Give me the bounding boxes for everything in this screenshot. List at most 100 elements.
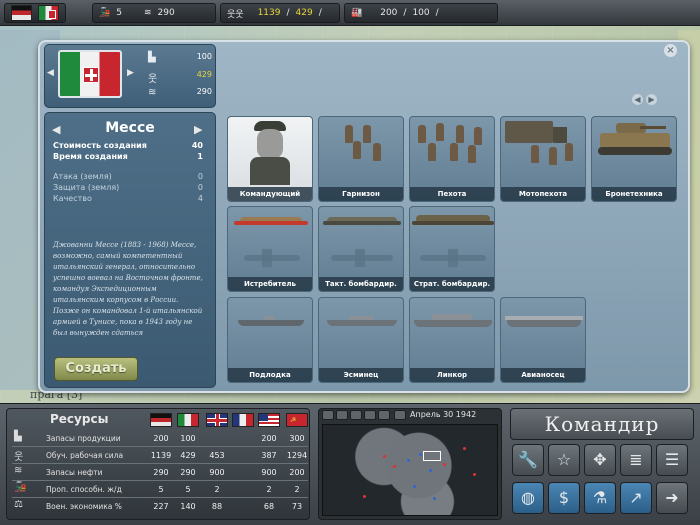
italy-flag-icon[interactable] [38, 5, 59, 21]
france-flag-icon[interactable] [232, 413, 254, 427]
train-icon: 🚂 [99, 8, 111, 18]
minimap[interactable] [322, 424, 498, 516]
page-left-icon[interactable]: ◀ [632, 94, 643, 105]
oil-value: 290 [157, 8, 175, 18]
nation-flags [4, 3, 66, 23]
attack-label: Атака (земля) [53, 172, 112, 181]
database-icon[interactable]: ≣ [620, 444, 652, 476]
unit-card-strategic-bomber[interactable]: Страт. бомбардир. [409, 206, 495, 292]
unit-card-infantry[interactable]: Пехота [409, 116, 495, 202]
italy-flag-icon [58, 50, 122, 98]
oil-barrel-icon: ≋ [148, 87, 157, 98]
star-icon[interactable]: ☆ [548, 444, 580, 476]
separator: / [435, 8, 439, 18]
production-segment: 🏭 200 / 100 / [344, 3, 498, 23]
unit-card-submarine[interactable]: Подлодка [227, 297, 313, 383]
unit-label: Мотопехота [501, 187, 585, 201]
unit-label: Линкор [410, 368, 494, 382]
factory-icon: ▙ [14, 431, 22, 442]
unit-label: Такт. бомбардир. [319, 277, 403, 291]
end-turn-arrow-icon[interactable]: ➜ [656, 482, 688, 514]
minimap-filter-button[interactable] [322, 410, 334, 420]
resource-cell: 200 [289, 468, 305, 477]
page-right-icon[interactable]: ▶ [646, 94, 657, 105]
resource-row-label: Запасы нефти [46, 468, 103, 477]
time-label: Время создания [53, 152, 128, 161]
resource-cell: 453 [209, 451, 225, 460]
move-arrows-icon[interactable]: ✥ [584, 444, 616, 476]
unit-card-battleship[interactable]: Линкор [409, 297, 495, 383]
resource-cell: 2 [294, 485, 300, 494]
soldiers-icon: 웃웃 [227, 9, 244, 20]
minimap-filter-button[interactable] [378, 410, 390, 420]
unit-card-commander[interactable]: Командующий [227, 116, 313, 202]
minimap-filter-button[interactable] [394, 410, 406, 420]
nation-production-value: 100 [196, 52, 212, 61]
resource-cell: 290 [180, 468, 196, 477]
italy-flag-icon[interactable] [177, 413, 199, 427]
oil-barrel-icon: ≋ [14, 465, 23, 476]
uk-flag-icon[interactable] [206, 413, 228, 427]
manpower-value: 1139 [257, 8, 281, 18]
resource-row-label: Проп. способн. ж/д [46, 485, 122, 494]
minimap-filter-button[interactable] [350, 410, 362, 420]
ussr-flag-icon[interactable]: ☭ [286, 413, 308, 427]
resource-cell: 73 [291, 502, 303, 511]
unit-card-fighter[interactable]: Истребитель [227, 206, 313, 292]
resource-row-label: Обуч. рабочая сила [46, 451, 124, 460]
create-button[interactable]: Создать [54, 357, 138, 381]
unit-label: Эсминец [319, 368, 403, 382]
resource-cell: 200 [153, 434, 169, 443]
resource-cell: 100 [180, 434, 196, 443]
unit-card-tactical-bomber[interactable]: Такт. бомбардир. [318, 206, 404, 292]
unit-card-garrison[interactable]: Гарнизон [318, 116, 404, 202]
close-icon[interactable]: × [664, 44, 677, 57]
globe-icon[interactable]: ◍ [512, 482, 544, 514]
unit-card-motorized[interactable]: Мотопехота [500, 116, 586, 202]
resource-row-label: Запасы продукции [46, 434, 121, 443]
unit-card-destroyer[interactable]: Эсминец [318, 297, 404, 383]
resource-row-label: Воен. экономика % [46, 502, 122, 511]
minimap-filter-button[interactable] [364, 410, 376, 420]
wrench-icon[interactable]: 🔧 [512, 444, 544, 476]
separator: / [318, 8, 322, 18]
nation-manpower: 웃 429 [148, 70, 212, 85]
production-secondary-value: 100 [412, 8, 430, 18]
dollar-icon[interactable]: $ [548, 482, 580, 514]
germany-flag-icon[interactable] [150, 413, 172, 427]
manpower-segment: 웃웃 1139 / 429 / [220, 3, 340, 23]
resource-cell: 5 [185, 485, 191, 494]
nation-manpower-value: 429 [196, 70, 212, 79]
usa-flag-icon[interactable] [258, 413, 280, 427]
resource-cell: 68 [263, 502, 275, 511]
rail-oil-segment: 🚂 5 ≋ 290 [92, 3, 216, 23]
divider [12, 480, 308, 481]
unit-label: Страт. бомбардир. [410, 277, 494, 291]
divider [12, 463, 308, 464]
unit-name: Мессе [105, 120, 155, 136]
resource-cell: 227 [153, 502, 169, 511]
next-nation-icon[interactable]: ▶ [127, 68, 134, 78]
list-icon[interactable]: ☰ [656, 444, 688, 476]
minimap-filter-button[interactable] [336, 410, 348, 420]
unit-card-armor[interactable]: Бронетехника [591, 116, 677, 202]
separator: / [286, 8, 290, 18]
factory-icon: ▙ [148, 52, 156, 63]
germany-flag-icon[interactable] [11, 5, 32, 21]
defense-row: Защита (земля) 0 [53, 183, 203, 192]
scales-icon: ⚖ [14, 499, 23, 510]
unit-card-carrier[interactable]: Авианосец [500, 297, 586, 383]
nation-oil-value: 290 [196, 87, 212, 96]
cost-value: 40 [191, 141, 203, 150]
train-icon: 🚂 [14, 482, 27, 493]
prev-nation-icon[interactable]: ◀ [47, 68, 54, 78]
cost-label: Стоимость создания [53, 141, 147, 150]
resource-cell: 1139 [150, 451, 172, 460]
separator: / [403, 8, 407, 18]
attack-value: 0 [197, 172, 203, 181]
nation-oil: ≋ 290 [148, 87, 212, 98]
chart-icon[interactable]: ↗ [620, 482, 652, 514]
flask-icon[interactable]: ⚗ [584, 482, 616, 514]
time-row: Время создания 1 [53, 152, 203, 161]
resource-cell: 387 [261, 451, 277, 460]
